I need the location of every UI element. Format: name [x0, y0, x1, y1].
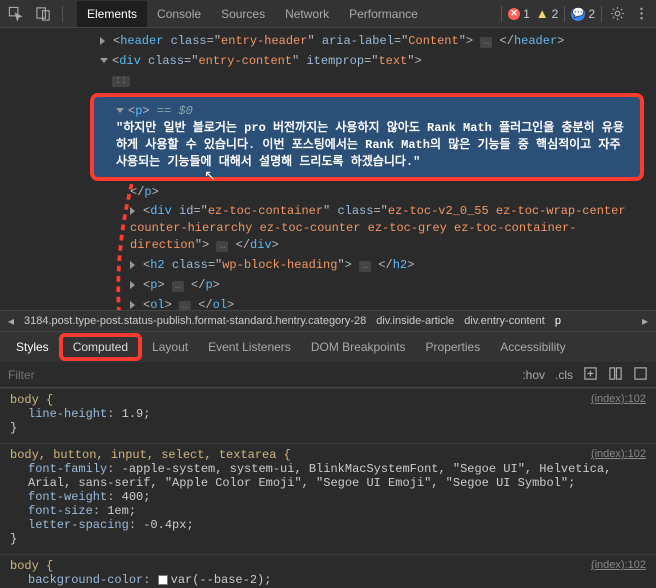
css-decl[interactable]: letter-spacing: -0.4px;	[10, 518, 646, 532]
css-origin[interactable]: (index):102	[591, 393, 646, 407]
dom-node-entry-content[interactable]: <div class="entry-content" itemprop="tex…	[0, 52, 656, 71]
more-styles-icon[interactable]	[633, 366, 648, 384]
breadcrumb-item[interactable]: 3184.post.type-post.status-publish.forma…	[24, 315, 366, 327]
error-badge[interactable]: ✕1	[508, 7, 530, 21]
dom-node-toc[interactable]: <div id="ez-toc-container" class="ez-toc…	[0, 202, 656, 256]
css-close: }	[10, 421, 646, 435]
tab-event-listeners[interactable]: Event Listeners	[198, 334, 301, 360]
tab-layout[interactable]: Layout	[142, 334, 198, 360]
tab-styles[interactable]: Styles	[6, 334, 59, 360]
main-tabs: Elements Console Sources Network Perform…	[77, 1, 428, 27]
separator	[501, 6, 502, 22]
tab-accessibility[interactable]: Accessibility	[490, 334, 575, 360]
css-rule[interactable]: body { (index):102 line-height: 1.9; }	[0, 388, 656, 443]
device-toggle-icon[interactable]	[34, 5, 52, 23]
tab-properties[interactable]: Properties	[416, 334, 491, 360]
styles-panel[interactable]: body { (index):102 line-height: 1.9; } b…	[0, 388, 656, 588]
tab-sources[interactable]: Sources	[211, 1, 275, 27]
breadcrumb-right-icon[interactable]: ▸	[642, 314, 648, 328]
message-badge[interactable]: 💬2	[571, 7, 595, 21]
css-decl[interactable]: font-weight: 400;	[10, 490, 646, 504]
dom-node-p[interactable]: <p> … </p>	[0, 276, 656, 296]
styles-filter-bar: :hov .cls	[0, 362, 656, 388]
css-decl[interactable]: background-color: var(--base-2);	[10, 573, 646, 587]
css-rule[interactable]: body { (index):102 background-color: var…	[0, 554, 656, 588]
tab-console[interactable]: Console	[147, 1, 211, 27]
separator	[62, 6, 63, 22]
separator	[564, 6, 565, 22]
breadcrumb-item[interactable]: div.entry-content	[464, 315, 545, 327]
css-rule[interactable]: body, button, input, select, textarea { …	[0, 443, 656, 554]
topbar-right: ✕1 ▲2 💬2	[501, 5, 650, 23]
new-style-icon[interactable]	[583, 366, 598, 384]
tab-computed[interactable]: Computed	[59, 333, 142, 361]
dom-ellipsis[interactable]: ::	[0, 71, 656, 91]
selected-node-text: "하지만 일반 블로거는 pro 버전까지는 사용하지 않아도 Rank Mat…	[116, 120, 630, 171]
tab-dom-breakpoints[interactable]: DOM Breakpoints	[301, 334, 416, 360]
breadcrumb[interactable]: ◂ 3184.post.type-post.status-publish.for…	[0, 310, 656, 332]
css-origin[interactable]: (index):102	[591, 559, 646, 573]
devtools-topbar: Elements Console Sources Network Perform…	[0, 0, 656, 28]
dom-node-header[interactable]: <header class="entry-header" aria-label=…	[0, 32, 656, 52]
inspect-icon[interactable]	[6, 5, 24, 23]
breadcrumb-item[interactable]: p	[555, 315, 561, 327]
hov-toggle[interactable]: :hov	[522, 368, 545, 382]
tab-network[interactable]: Network	[275, 1, 339, 27]
settings-icon[interactable]	[608, 5, 626, 23]
dom-node-h2[interactable]: <h2 class="wp-block-heading"> … </h2>	[0, 256, 656, 276]
elements-tree[interactable]: <header class="entry-header" aria-label=…	[0, 28, 656, 310]
styles-filter-input[interactable]	[8, 368, 512, 382]
cls-toggle[interactable]: .cls	[555, 368, 573, 382]
more-icon[interactable]	[632, 5, 650, 23]
tab-elements[interactable]: Elements	[77, 1, 147, 27]
css-close: }	[10, 532, 646, 546]
breadcrumb-item[interactable]: div.inside-article	[376, 315, 454, 327]
selected-node-box[interactable]: <p> == $0 "하지만 일반 블로거는 pro 버전까지는 사용하지 않아…	[90, 93, 644, 181]
css-decl[interactable]: font-family: -apple-system, system-ui, B…	[10, 462, 646, 490]
tab-performance[interactable]: Performance	[339, 1, 428, 27]
css-selector[interactable]: body, button, input, select, textarea {	[10, 448, 291, 462]
styles-tabs: Styles Computed Layout Event Listeners D…	[0, 332, 656, 362]
breadcrumb-left-icon[interactable]: ◂	[8, 314, 14, 328]
css-decl[interactable]: font-size: 1em;	[10, 504, 646, 518]
computed-toggle-icon[interactable]	[608, 366, 623, 384]
css-decl[interactable]: line-height: 1.9;	[10, 407, 646, 421]
dom-node-close-p[interactable]: </p>	[0, 183, 656, 202]
css-selector[interactable]: body {	[10, 393, 53, 407]
css-origin[interactable]: (index):102	[591, 448, 646, 462]
selected-node-eq: == $0	[150, 104, 193, 118]
warning-badge[interactable]: ▲2	[536, 6, 559, 21]
dom-node-ol[interactable]: <ol> … </ol>	[0, 296, 656, 310]
color-swatch-icon[interactable]	[158, 575, 168, 585]
css-selector[interactable]: body {	[10, 559, 53, 573]
separator	[601, 6, 602, 22]
